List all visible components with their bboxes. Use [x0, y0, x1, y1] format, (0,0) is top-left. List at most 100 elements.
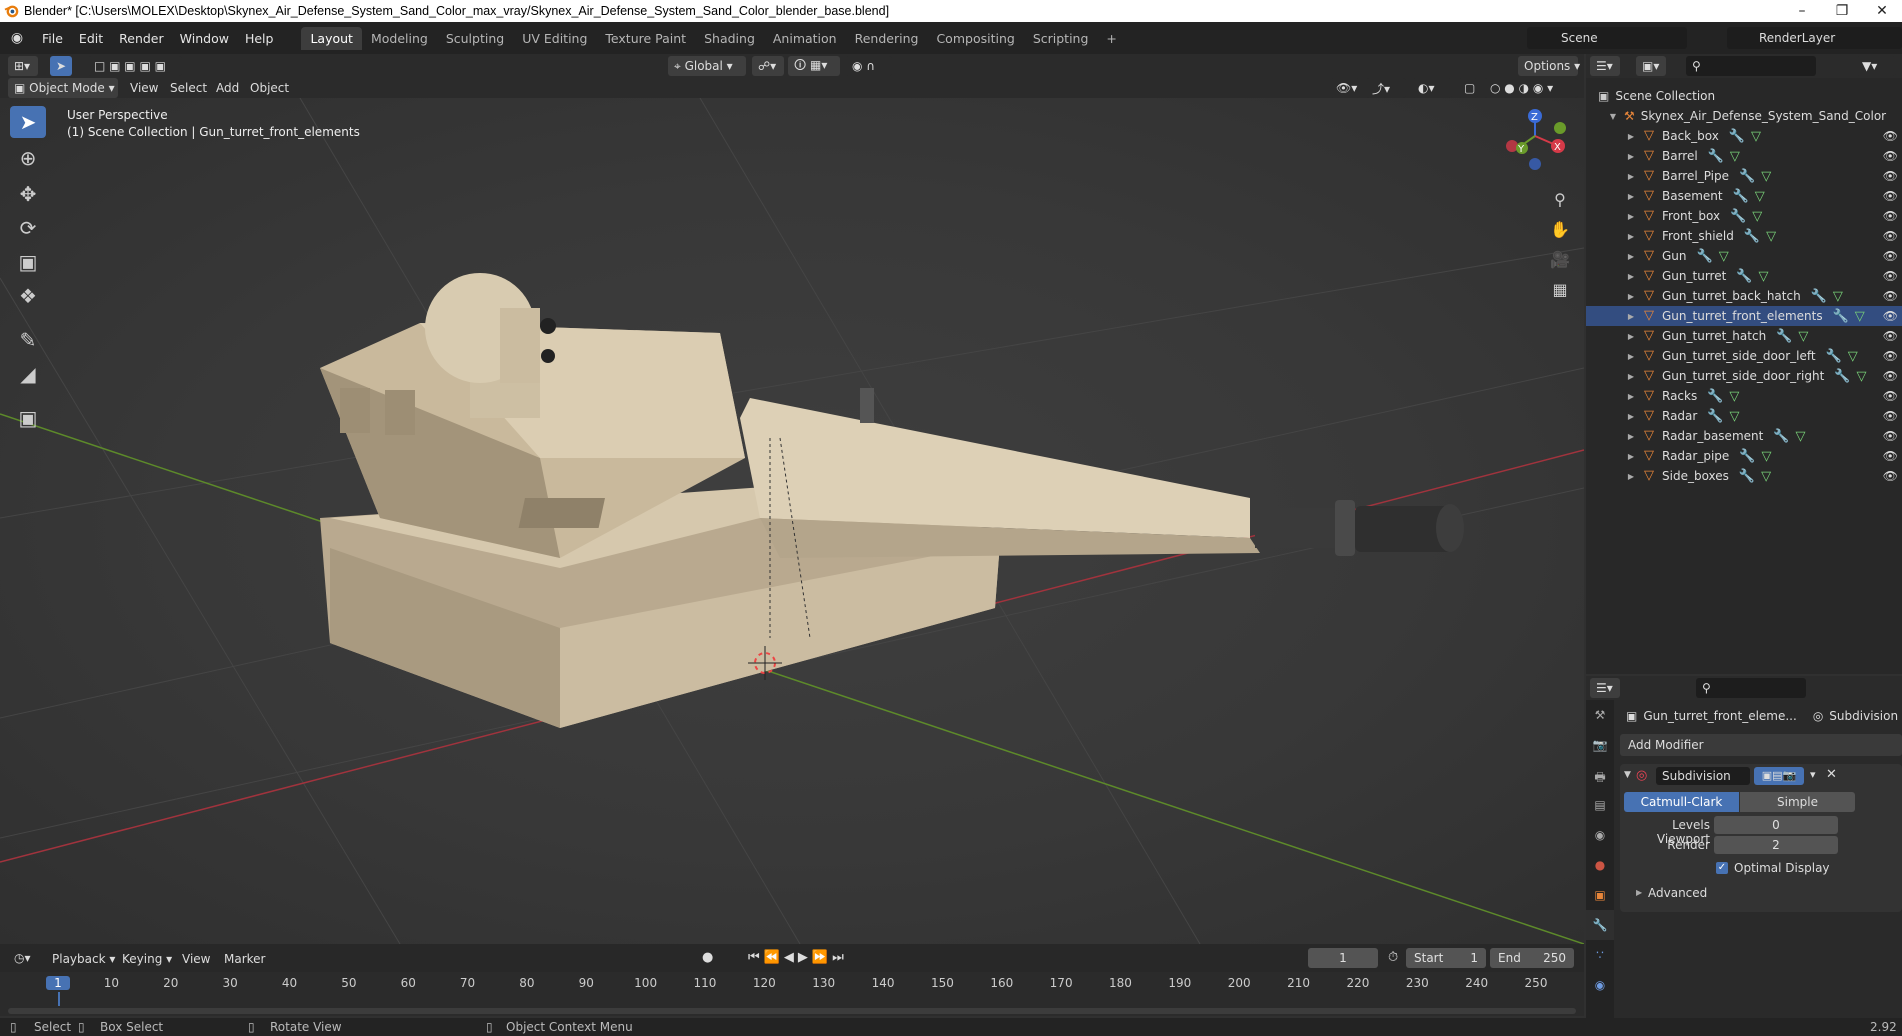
- modifier-menu-icon[interactable]: ▾: [1810, 768, 1816, 781]
- minimize-button[interactable]: –: [1782, 0, 1822, 22]
- outliner-item[interactable]: ▶ ▽ Gun_turret_hatch 🔧 ▽ 👁: [1586, 326, 1902, 346]
- outliner-item[interactable]: ▶ ▽ Radar 🔧 ▽ 👁: [1586, 406, 1902, 426]
- mesh-data-icon[interactable]: ▽: [1796, 429, 1806, 444]
- timeline-menu-keying[interactable]: Keying ▾: [122, 952, 172, 966]
- outliner-item[interactable]: ▶ ▽ Radar_basement 🔧 ▽ 👁: [1586, 426, 1902, 446]
- visibility-eye-icon[interactable]: 👁: [1883, 149, 1898, 163]
- start-frame-field[interactable]: Start 1: [1406, 948, 1486, 968]
- shading-mode-buttons[interactable]: ○ ● ◑ ◉ ▾: [1484, 78, 1578, 98]
- playhead-marker[interactable]: 1: [46, 976, 70, 990]
- expand-arrow-icon[interactable]: ▶: [1626, 432, 1636, 441]
- mesh-data-icon[interactable]: ▽: [1857, 369, 1867, 384]
- world-tab-icon[interactable]: ●: [1586, 850, 1614, 880]
- filter-icon[interactable]: ▼▾: [1856, 56, 1896, 76]
- expand-arrow-icon[interactable]: ▶: [1626, 192, 1636, 201]
- visibility-eye-icon[interactable]: 👁: [1883, 409, 1898, 423]
- visibility-eye-icon[interactable]: 👁: [1883, 169, 1898, 183]
- scene-collection-row[interactable]: ▣ Scene Collection: [1586, 86, 1902, 106]
- expand-arrow-icon[interactable]: ▶: [1626, 152, 1636, 161]
- 3d-viewport[interactable]: User Perspective (1) Scene Collection | …: [0, 98, 1584, 944]
- modifier-wrench-icon[interactable]: 🔧: [1708, 149, 1724, 164]
- timeline-scrollbar[interactable]: [8, 1008, 1576, 1014]
- expand-arrow-icon[interactable]: ▶: [1626, 172, 1636, 181]
- tab-modeling[interactable]: Modeling: [362, 27, 437, 50]
- modifier-wrench-icon[interactable]: 🔧: [1811, 289, 1827, 304]
- collection-row[interactable]: ▼ ⚒ Skynex_Air_Defense_System_Sand_Color: [1586, 106, 1902, 126]
- proportional-edit-icon[interactable]: ◉ ∩: [846, 56, 892, 76]
- outliner-item[interactable]: ▶ ▽ Barrel_Pipe 🔧 ▽ 👁: [1586, 166, 1902, 186]
- menu-window[interactable]: Window: [172, 31, 237, 46]
- output-tab-icon[interactable]: 🖶: [1586, 760, 1614, 790]
- navigation-gizmo[interactable]: Z X Y: [1500, 108, 1570, 188]
- object-mode-dropdown[interactable]: ▣ Object Mode ▾: [8, 78, 118, 98]
- zoom-icon[interactable]: ⚲: [1548, 190, 1572, 214]
- expand-arrow-icon[interactable]: ▶: [1626, 232, 1636, 241]
- mesh-data-icon[interactable]: ▽: [1755, 189, 1765, 204]
- outliner-item[interactable]: ▶ ▽ Side_boxes 🔧 ▽ 👁: [1586, 466, 1902, 486]
- mesh-data-icon[interactable]: ▽: [1751, 129, 1761, 144]
- outliner-item[interactable]: ▶ ▽ Barrel 🔧 ▽ 👁: [1586, 146, 1902, 166]
- editor-type-button[interactable]: ⊞▾: [8, 56, 38, 76]
- outliner-item[interactable]: ▶ ▽ Gun_turret_front_elements 🔧 ▽ 👁: [1586, 306, 1902, 326]
- modifier-name-field[interactable]: Subdivision: [1656, 767, 1750, 785]
- outliner-item[interactable]: ▶ ▽ Gun_turret 🔧 ▽ 👁: [1586, 266, 1902, 286]
- visibility-eye-icon[interactable]: 👁: [1883, 249, 1898, 263]
- render-levels-field[interactable]: 2: [1714, 836, 1838, 854]
- mesh-data-icon[interactable]: ▽: [1855, 309, 1865, 324]
- modifier-wrench-icon[interactable]: 🔧: [1739, 169, 1755, 184]
- add-cube-icon[interactable]: ▣: [10, 402, 46, 434]
- outliner-item[interactable]: ▶ ▽ Basement 🔧 ▽ 👁: [1586, 186, 1902, 206]
- object-tab-icon[interactable]: ▣: [1586, 880, 1614, 910]
- outliner-item[interactable]: ▶ ▽ Front_shield 🔧 ▽ 👁: [1586, 226, 1902, 246]
- expand-arrow-icon[interactable]: ▶: [1626, 252, 1636, 261]
- tab-layout[interactable]: Layout: [301, 26, 362, 50]
- tab-animation[interactable]: Animation: [764, 27, 846, 50]
- mesh-data-icon[interactable]: ▽: [1848, 349, 1858, 364]
- properties-editor-type-icon[interactable]: ☰▾: [1590, 678, 1620, 698]
- snap-icon[interactable]: 🛈 ▦▾: [788, 56, 840, 76]
- expand-arrow-icon[interactable]: ▶: [1626, 352, 1636, 361]
- viewport-menu-object[interactable]: Object: [250, 81, 289, 95]
- tab-sculpting[interactable]: Sculpting: [437, 27, 513, 50]
- mesh-data-icon[interactable]: ▽: [1766, 229, 1776, 244]
- menu-file[interactable]: File: [34, 31, 71, 46]
- mesh-data-icon[interactable]: ▽: [1761, 169, 1771, 184]
- expand-arrow-icon[interactable]: ▶: [1626, 292, 1636, 301]
- visibility-eye-icon[interactable]: 👁: [1883, 289, 1898, 303]
- mesh-data-icon[interactable]: ▽: [1719, 249, 1729, 264]
- tab-texture-paint[interactable]: Texture Paint: [596, 27, 695, 50]
- options-button[interactable]: Options ▾: [1518, 56, 1580, 76]
- modifier-wrench-icon[interactable]: 🔧: [1833, 309, 1849, 324]
- visibility-eye-icon[interactable]: 👁: [1883, 369, 1898, 383]
- viewport-menu-add[interactable]: Add: [216, 81, 239, 95]
- visibility-eye-icon[interactable]: 👁: [1883, 449, 1898, 463]
- outliner-item[interactable]: ▶ ▽ Racks 🔧 ▽ 👁: [1586, 386, 1902, 406]
- select-mode-icon[interactable]: ➤: [50, 56, 72, 76]
- outliner-item[interactable]: ▶ ▽ Gun_turret_side_door_left 🔧 ▽ 👁: [1586, 346, 1902, 366]
- tab-rendering[interactable]: Rendering: [846, 27, 928, 50]
- mesh-data-icon[interactable]: ▽: [1730, 409, 1740, 424]
- current-frame-field[interactable]: 1: [1308, 948, 1378, 968]
- expand-arrow-icon[interactable]: ▶: [1626, 272, 1636, 281]
- mesh-data-icon[interactable]: ▽: [1761, 449, 1771, 464]
- expand-arrow-icon[interactable]: ▶: [1626, 212, 1636, 221]
- visibility-eye-icon[interactable]: 👁: [1883, 469, 1898, 483]
- outliner-editor-type-icon[interactable]: ☰▾: [1590, 56, 1620, 76]
- expand-arrow-icon[interactable]: ▶: [1626, 132, 1636, 141]
- maximize-button[interactable]: ❐: [1822, 0, 1862, 22]
- optimal-display-checkbox[interactable]: ✓: [1716, 862, 1728, 874]
- advanced-label[interactable]: Advanced: [1648, 886, 1707, 900]
- scene-selector[interactable]: Scene: [1527, 27, 1687, 49]
- add-modifier-button[interactable]: Add Modifier: [1620, 734, 1902, 756]
- menu-help[interactable]: Help: [237, 31, 282, 46]
- viewport-menu-select[interactable]: Select: [170, 81, 207, 95]
- expand-arrow-icon[interactable]: ▶: [1626, 412, 1636, 421]
- playback-controls[interactable]: ⏮⏪◀▶⏩⏭: [748, 950, 848, 965]
- outliner-search-input[interactable]: ⚲: [1686, 56, 1816, 76]
- visibility-icon[interactable]: 👁▾: [1330, 78, 1360, 98]
- rotate-icon[interactable]: ⟳: [10, 212, 46, 244]
- outliner-item[interactable]: ▶ ▽ Gun_turret_side_door_right 🔧 ▽ 👁: [1586, 366, 1902, 386]
- select-box-icon[interactable]: ➤: [10, 106, 46, 138]
- outliner-item[interactable]: ▶ ▽ Gun_turret_back_hatch 🔧 ▽ 👁: [1586, 286, 1902, 306]
- pan-hand-icon[interactable]: ✋: [1548, 220, 1572, 244]
